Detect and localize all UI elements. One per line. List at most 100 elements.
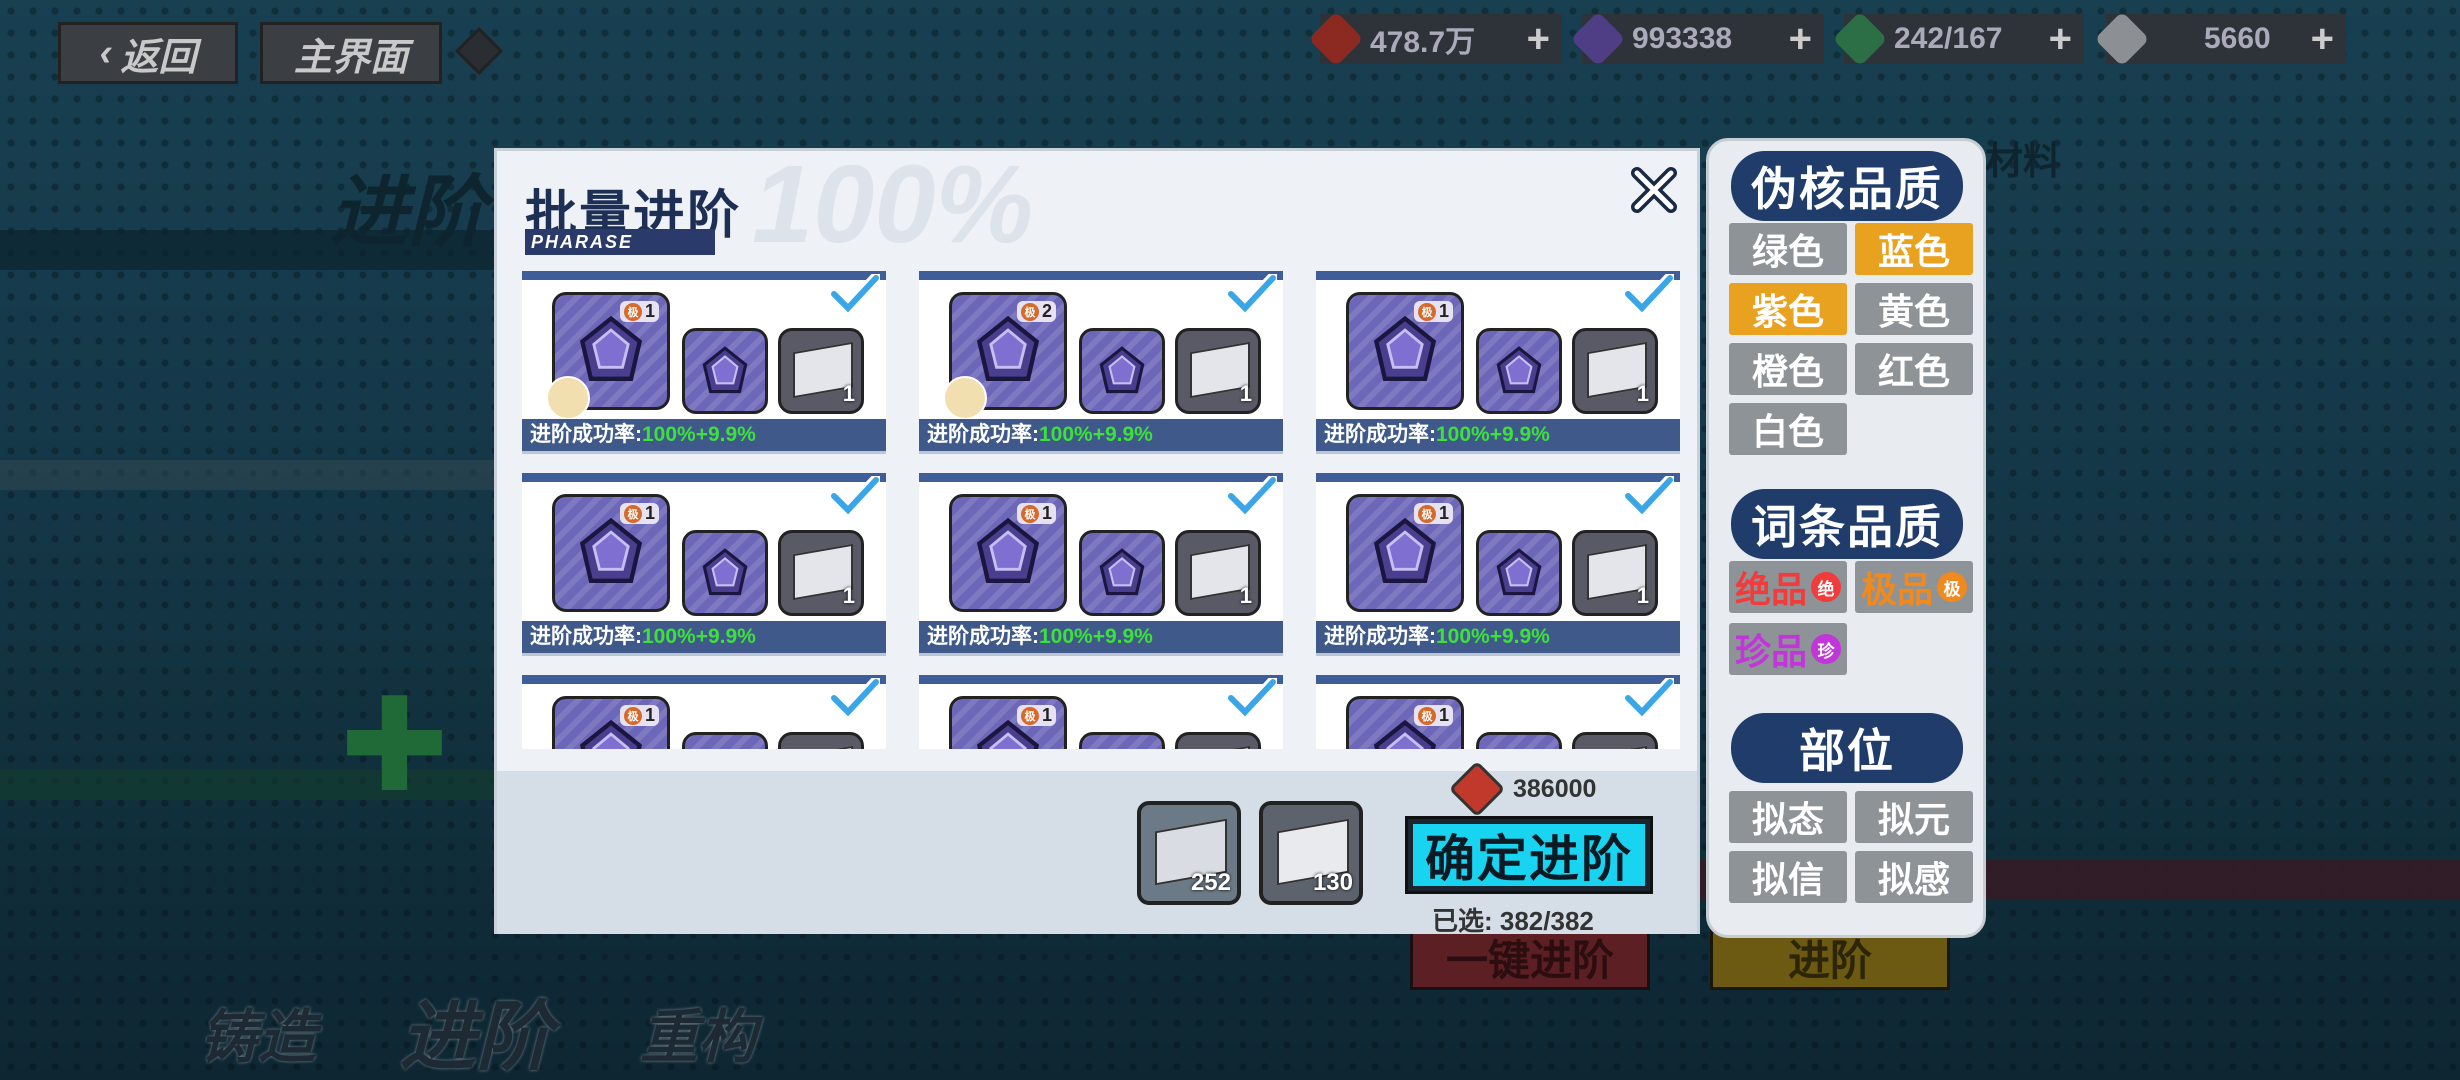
checkmark-icon[interactable] (1624, 476, 1674, 516)
material-core-slot[interactable] (682, 732, 768, 749)
checkmark-icon[interactable] (830, 678, 880, 718)
checkmark-icon[interactable] (1227, 678, 1277, 718)
material-core-slot[interactable] (1079, 328, 1165, 414)
level-badge: 极1 (1016, 503, 1056, 524)
material-core-slot[interactable] (1079, 530, 1165, 616)
pseudo-core-icon (1496, 345, 1542, 393)
quality-filter-button[interactable]: 红色 (1855, 343, 1973, 395)
advance-card-list[interactable]: 极1 1 进阶成功率:100%+9.9% 极2 1 进阶成功率:100%+9.9… (522, 271, 1682, 749)
extreme-quality-icon: 极 (623, 302, 642, 321)
material-box-slot[interactable] (778, 732, 864, 749)
entry-quality-filter-button[interactable]: 极品极 (1855, 561, 1973, 613)
advance-card[interactable]: 极1 1 进阶成功率:100%+9.9% (522, 271, 886, 451)
advance-card[interactable]: 极1 1 进阶成功率:100%+9.9% (522, 473, 886, 653)
part-filter-button[interactable]: 拟感 (1855, 851, 1973, 903)
checkmark-icon[interactable] (1624, 274, 1674, 314)
entry-quality-title: 词条品质 (1731, 489, 1963, 559)
pseudo-core-icon (1488, 746, 1550, 749)
advance-card[interactable]: 极1 (1316, 675, 1680, 749)
close-button[interactable] (1627, 163, 1681, 217)
level-badge: 极2 (1016, 301, 1056, 322)
main-core-slot[interactable]: 极1 (552, 494, 670, 612)
material-core-slot[interactable] (1476, 530, 1562, 616)
main-core-slot[interactable]: 极1 (949, 494, 1067, 612)
level-badge: 极1 (1413, 705, 1453, 726)
quality-filter-button[interactable]: 黄色 (1855, 283, 1973, 335)
material-core-slot[interactable] (1476, 732, 1562, 749)
box-count: 1 (1239, 381, 1252, 406)
back-button[interactable]: ‹ 返回 (58, 22, 238, 84)
pseudo-core-icon (702, 345, 748, 393)
quality-filter-button[interactable]: 蓝色 (1855, 223, 1973, 275)
quality-filter-button[interactable]: 橙色 (1729, 343, 1847, 395)
pseudo-core-icon (1373, 316, 1437, 382)
batch-advance-dialog: 100% 批量进阶 PHARASE 极1 1 进阶成功率:100%+9.9% 极… (494, 143, 1700, 936)
level-badge: 极1 (1413, 301, 1453, 322)
checkmark-icon[interactable] (1227, 476, 1277, 516)
add-resource-button[interactable]: + (1789, 17, 1812, 62)
material-slot[interactable]: 130 (1259, 801, 1363, 905)
material-core-slot[interactable] (1476, 328, 1562, 414)
advance-card[interactable]: 极1 1 进阶成功率:100%+9.9% (1316, 271, 1680, 451)
quality-filter-button[interactable]: 紫色 (1729, 283, 1847, 335)
advance-card[interactable]: 极2 1 进阶成功率:100%+9.9% (919, 271, 1283, 451)
success-rate: 进阶成功率:100%+9.9% (919, 419, 1283, 451)
box-count: 1 (842, 583, 855, 608)
level-badge: 极1 (619, 503, 659, 524)
extreme-quality-icon: 极 (1020, 302, 1039, 321)
material-box-slot[interactable] (1572, 732, 1658, 749)
material-box-slot[interactable]: 1 (1572, 530, 1658, 616)
main-core-slot[interactable]: 极1 (1346, 696, 1464, 749)
chevron-left-icon: ‹ (99, 31, 113, 74)
material-box-slot[interactable]: 1 (1175, 328, 1261, 414)
add-resource-button[interactable]: + (2311, 17, 2334, 62)
material-box-slot[interactable]: 1 (778, 328, 864, 414)
main-core-slot[interactable]: 极1 (949, 696, 1067, 749)
advance-card[interactable]: 极1 1 进阶成功率:100%+9.9% (1316, 473, 1680, 653)
character-avatar (943, 376, 987, 420)
quality-filter-button[interactable]: 绿色 (1729, 223, 1847, 275)
checkmark-icon[interactable] (830, 476, 880, 516)
ghost-percent: 100% (752, 143, 1034, 266)
add-resource-button[interactable]: + (1527, 17, 1550, 62)
level-badge: 极1 (1016, 705, 1056, 726)
advance-card[interactable]: 极1 1 进阶成功率:100%+9.9% (919, 473, 1283, 653)
material-slot[interactable]: 252 (1137, 801, 1241, 905)
dialog-subtitle: PHARASE (525, 229, 715, 255)
quality-filter-button[interactable]: 白色 (1729, 403, 1847, 455)
success-rate: 进阶成功率:100%+9.9% (522, 621, 886, 653)
material-count: 252 (1190, 869, 1231, 896)
pseudo-core-icon (1099, 345, 1145, 393)
resource-green-leaf: 242/167 + (1832, 11, 2084, 67)
main-core-slot[interactable]: 极1 (552, 696, 670, 749)
material-box-slot[interactable]: 1 (1175, 530, 1261, 616)
material-core-slot[interactable] (1079, 732, 1165, 749)
material-core-slot[interactable] (682, 328, 768, 414)
main-menu-button[interactable]: 主界面 (260, 22, 442, 84)
main-core-slot[interactable]: 极1 (1346, 494, 1464, 612)
material-core-slot[interactable] (682, 530, 768, 616)
part-filter-button[interactable]: 拟元 (1855, 791, 1973, 843)
material-box-slot[interactable] (1175, 732, 1261, 749)
pseudo-core-icon (702, 547, 748, 595)
extreme-quality-icon: 极 (623, 706, 642, 725)
checkmark-icon[interactable] (1624, 678, 1674, 718)
part-filter-button[interactable]: 拟态 (1729, 791, 1847, 843)
quality-tag-icon: 珍 (1811, 634, 1841, 664)
advance-card[interactable]: 极1 (919, 675, 1283, 749)
add-resource-button[interactable]: + (2049, 17, 2072, 62)
checkmark-icon[interactable] (1227, 274, 1277, 314)
success-rate: 进阶成功率:100%+9.9% (522, 419, 886, 451)
part-filter-button[interactable]: 拟信 (1729, 851, 1847, 903)
entry-quality-filter-button[interactable]: 绝品绝 (1729, 561, 1847, 613)
checkmark-icon[interactable] (830, 274, 880, 314)
material-box-slot[interactable]: 1 (778, 530, 864, 616)
confirm-advance-button[interactable]: 确定进阶 (1405, 816, 1653, 894)
material-box-slot[interactable]: 1 (1572, 328, 1658, 414)
add-icon: ✚ (340, 672, 449, 818)
advance-card[interactable]: 极1 (522, 675, 886, 749)
main-core-slot[interactable]: 极1 (1346, 292, 1464, 410)
cost-value: 386000 (1513, 774, 1597, 803)
extreme-quality-icon: 极 (1417, 504, 1436, 523)
entry-quality-filter-button[interactable]: 珍品珍 (1729, 623, 1847, 675)
